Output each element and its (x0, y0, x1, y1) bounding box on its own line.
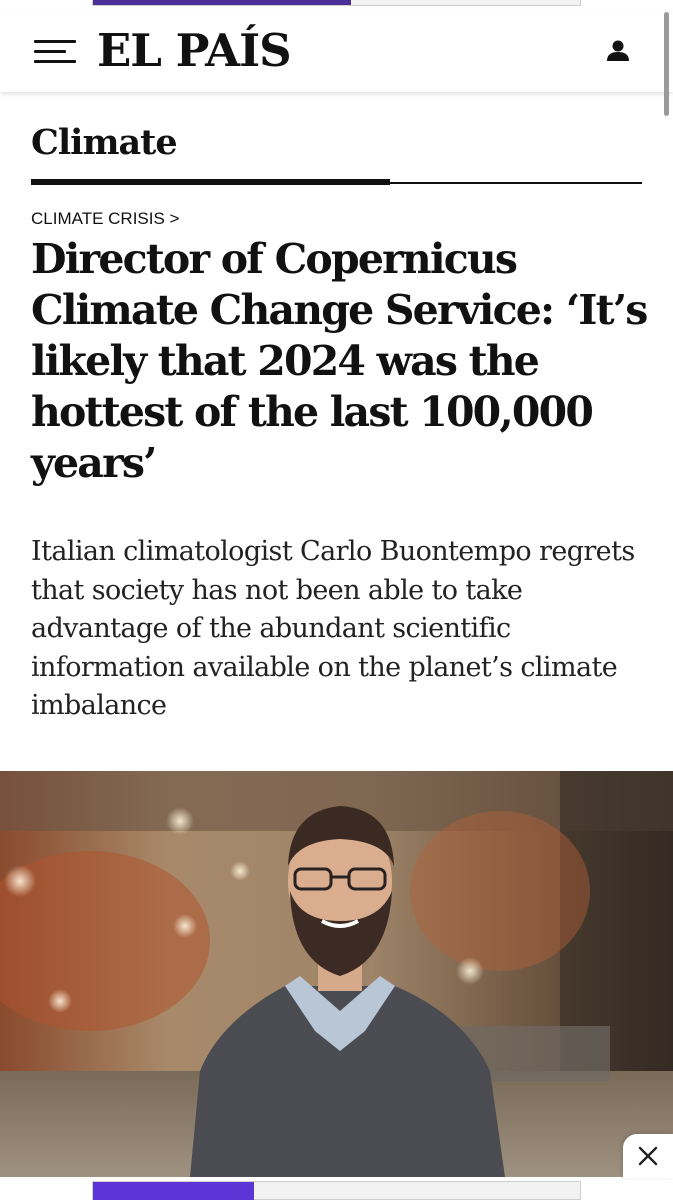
user-icon[interactable] (605, 38, 631, 64)
article-headline: Director of Copernicus Climate Change Se… (31, 235, 648, 487)
article-standfirst: Italian climatologist Carlo Buontempo re… (31, 536, 635, 721)
close-icon[interactable] (623, 1134, 673, 1178)
top-ad-progress (93, 0, 352, 5)
bottom-ad-banner[interactable] (92, 1181, 581, 1200)
top-ad-banner[interactable] (92, 0, 581, 6)
section-title[interactable]: Climate (31, 122, 178, 163)
scrollbar[interactable] (664, 12, 669, 116)
section-divider (31, 179, 642, 185)
article-photo (0, 771, 673, 1177)
site-header: EL PAÍS (0, 10, 673, 92)
kicker-link[interactable]: CLIMATE CRISIS > (31, 209, 179, 229)
hamburger-menu-icon[interactable] (34, 40, 76, 64)
site-logo[interactable]: EL PAÍS (97, 24, 292, 77)
bottom-ad-progress (93, 1182, 254, 1200)
